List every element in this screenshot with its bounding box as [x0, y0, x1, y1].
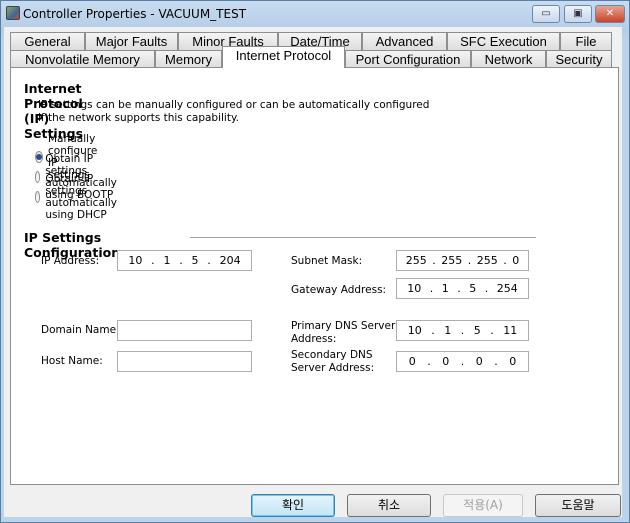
- octet: 0: [509, 355, 517, 368]
- octet: 5: [469, 282, 477, 295]
- secondary-dns-label: Secondary DNS: [291, 349, 373, 361]
- octet: 10: [407, 324, 422, 337]
- app-icon: [6, 6, 20, 20]
- minimize-button[interactable]: ▭: [532, 5, 560, 23]
- cancel-button[interactable]: 취소: [347, 494, 431, 517]
- window-title: Controller Properties - VACUUM_TEST: [23, 7, 247, 21]
- octet: 5: [191, 254, 199, 267]
- radio-dhcp[interactable]: Obtain IP settings automatically using D…: [35, 173, 124, 221]
- domain-name-field[interactable]: [117, 320, 252, 341]
- host-name-label: Host Name:: [41, 355, 103, 367]
- octet: 204: [219, 254, 241, 267]
- octet: 0: [512, 254, 520, 267]
- octet: 254: [496, 282, 518, 295]
- radio-label: Obtain IP settings automatically using D…: [45, 173, 117, 221]
- primary-dns-label-2: Address:: [291, 333, 337, 345]
- ok-button[interactable]: 확인: [251, 494, 335, 517]
- octet: 1: [444, 324, 452, 337]
- domain-name-label: Domain Name:: [41, 324, 120, 336]
- tab-file[interactable]: File: [560, 32, 612, 51]
- tab-sfc-execution[interactable]: SFC Execution: [447, 32, 560, 51]
- ip-address-field[interactable]: 10. 1. 5. 204: [117, 250, 252, 271]
- secondary-dns-label-2: Server Address:: [291, 362, 375, 374]
- octet: 1: [163, 254, 171, 267]
- primary-dns-field[interactable]: 10. 1. 5. 11: [396, 320, 529, 341]
- octet: 1: [441, 282, 449, 295]
- tab-advanced[interactable]: Advanced: [362, 32, 447, 51]
- gateway-label: Gateway Address:: [291, 284, 387, 296]
- octet: 255: [476, 254, 498, 267]
- host-name-field[interactable]: [117, 351, 252, 372]
- gateway-field[interactable]: 10. 1. 5. 254: [396, 278, 529, 299]
- radio-button-icon: [35, 191, 41, 203]
- ip-description-line1: IP settings can be manually configured o…: [38, 99, 430, 111]
- tab-major-faults[interactable]: Major Faults: [85, 32, 178, 51]
- primary-dns-label: Primary DNS Server: [291, 320, 396, 332]
- octet: 10: [407, 282, 422, 295]
- octet: 10: [128, 254, 143, 267]
- subnet-mask-label: Subnet Mask:: [291, 255, 363, 267]
- divider: [190, 237, 536, 238]
- octet: 255: [405, 254, 427, 267]
- secondary-dns-field[interactable]: 0.0.0.0: [396, 351, 529, 372]
- octet: 0: [475, 355, 483, 368]
- octet: 0: [408, 355, 416, 368]
- octet: 0: [442, 355, 450, 368]
- octet: 11: [503, 324, 518, 337]
- tab-panel: [10, 67, 619, 485]
- tab-internet-protocol[interactable]: Internet Protocol: [222, 46, 345, 68]
- ip-settings-heading: Internet Protocol (IP) Settings: [24, 81, 84, 141]
- help-button[interactable]: 도움말: [535, 494, 621, 517]
- ip-description-line2: if the network supports this capability.: [38, 112, 240, 124]
- apply-button[interactable]: 적용(A): [443, 494, 523, 517]
- close-button[interactable]: ✕: [595, 5, 625, 23]
- tab-general[interactable]: General: [10, 32, 85, 51]
- maximize-button[interactable]: ▣: [564, 5, 592, 23]
- ip-address-label: IP Address:: [41, 255, 100, 267]
- subnet-mask-field[interactable]: 255. 255. 255. 0: [396, 250, 529, 271]
- octet: 255: [441, 254, 463, 267]
- octet: 5: [473, 324, 481, 337]
